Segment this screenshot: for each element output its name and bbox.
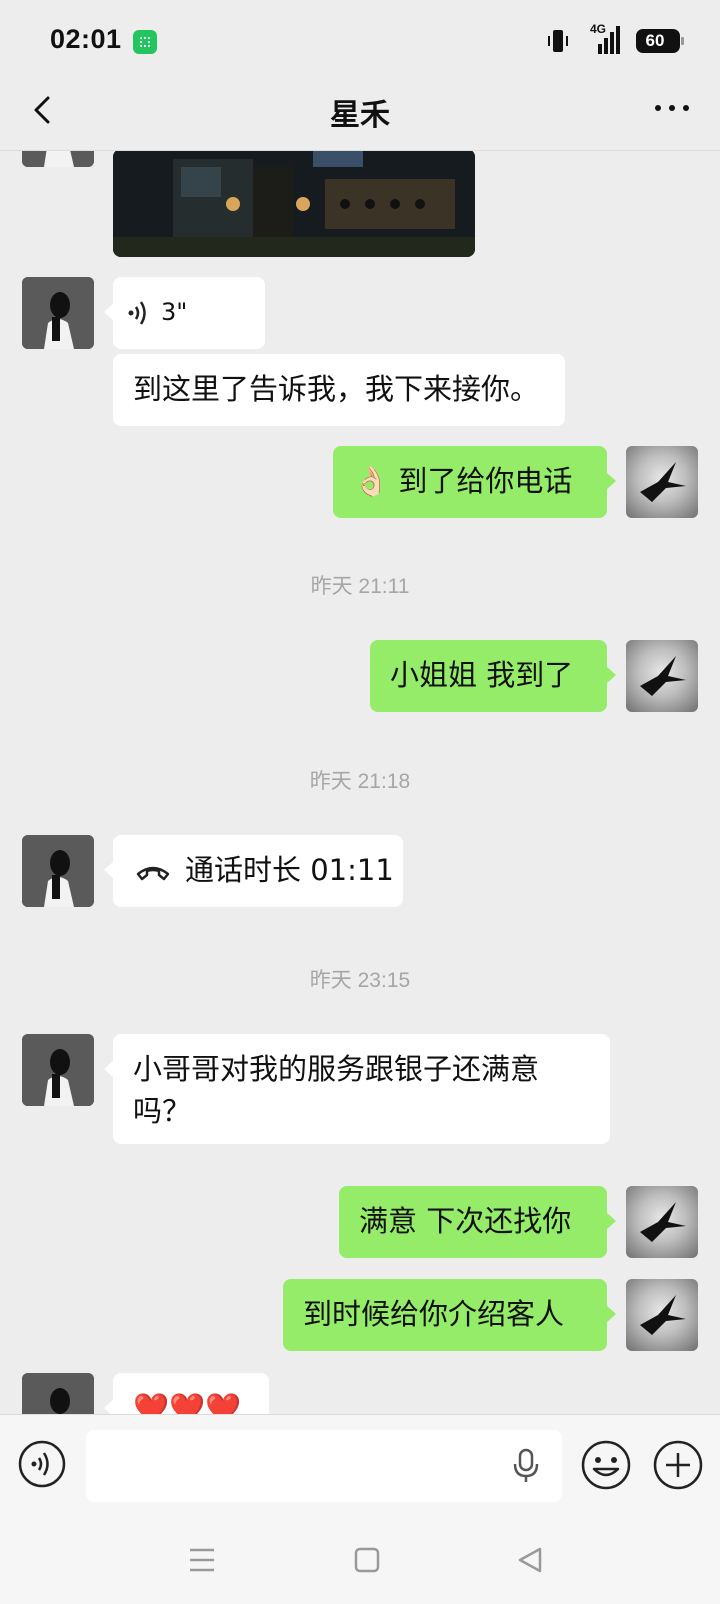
message-input[interactable] [102, 1430, 486, 1504]
contact-avatar[interactable] [22, 277, 94, 349]
message-list[interactable]: 3" 到这里了告诉我，我下来接你。 👌🏻 到了给你电话 昨天 21:11 小姐姐… [0, 151, 720, 1414]
text-message[interactable]: 👌🏻 到了给你电话 [333, 446, 616, 518]
self-avatar[interactable] [626, 640, 698, 712]
back-triangle-icon[interactable] [510, 1540, 550, 1580]
signal-icon [598, 26, 620, 54]
voice-duration: 3" [161, 298, 188, 326]
contact-avatar[interactable] [22, 835, 94, 907]
call-record-message[interactable]: 通话时长 01:11 [104, 835, 403, 907]
text-message[interactable]: ❤️❤️❤️ [104, 1373, 269, 1414]
ok-hand-emoji: 👌🏻 [353, 464, 390, 498]
text-message[interactable]: 小姐姐 我到了 [370, 640, 616, 712]
hearts-emoji: ❤️❤️❤️ [133, 1391, 242, 1414]
self-avatar[interactable] [626, 446, 698, 518]
app-notification-icon [133, 30, 157, 54]
message-text: 到时候给你介绍客人 [303, 1297, 565, 1331]
message-text: 到这里了告诉我，我下来接你。 [133, 372, 540, 406]
chat-header: 星禾 [0, 80, 720, 151]
text-message[interactable]: 到时候给你介绍客人 [283, 1279, 616, 1351]
status-bar: 02:01 4G 60 [0, 0, 720, 80]
contact-avatar[interactable] [22, 1034, 94, 1106]
contact-avatar[interactable] [22, 151, 94, 167]
message-text: 小哥哥对我的服务跟银子还满意吗？ [133, 1052, 540, 1128]
phone-hangup-icon [136, 866, 170, 881]
message-text: 到了给你电话 [398, 464, 573, 498]
message-timestamp: 昨天 23:15 [309, 969, 411, 992]
home-square-icon[interactable] [347, 1540, 387, 1580]
text-message[interactable]: 小哥哥对我的服务跟银子还满意吗？ [104, 1034, 610, 1144]
voice-wave-icon [128, 301, 146, 325]
add-more-icon[interactable] [652, 1439, 704, 1491]
microphone-icon[interactable] [512, 1448, 540, 1484]
input-bar [0, 1414, 720, 1521]
message-timestamp: 昨天 21:11 [310, 575, 410, 598]
battery-icon: 60 [636, 29, 684, 53]
system-navigation-bar [0, 1520, 720, 1604]
message-text: 满意 下次还找你 [359, 1204, 572, 1238]
self-avatar[interactable] [626, 1186, 698, 1258]
contact-avatar[interactable] [22, 1373, 94, 1414]
call-duration-text: 通话时长 01:11 [185, 853, 394, 887]
status-time: 02:01 [50, 24, 122, 54]
message-input-box[interactable] [86, 1430, 562, 1504]
text-message[interactable]: 满意 下次还找你 [339, 1186, 616, 1258]
text-message[interactable]: 到这里了告诉我，我下来接你。 [113, 354, 565, 426]
message-timestamp: 昨天 21:18 [309, 770, 411, 793]
more-options-icon[interactable] [650, 96, 694, 120]
vibrate-icon [548, 30, 568, 52]
voice-message[interactable]: 3" [104, 277, 265, 349]
voice-input-icon[interactable] [17, 1439, 67, 1489]
emoji-icon[interactable] [580, 1439, 632, 1491]
menu-lines-icon[interactable] [182, 1540, 222, 1580]
message-text: 小姐姐 我到了 [390, 658, 574, 692]
image-message[interactable] [113, 151, 475, 257]
self-avatar[interactable] [626, 1279, 698, 1351]
chat-title: 星禾 [330, 98, 390, 133]
